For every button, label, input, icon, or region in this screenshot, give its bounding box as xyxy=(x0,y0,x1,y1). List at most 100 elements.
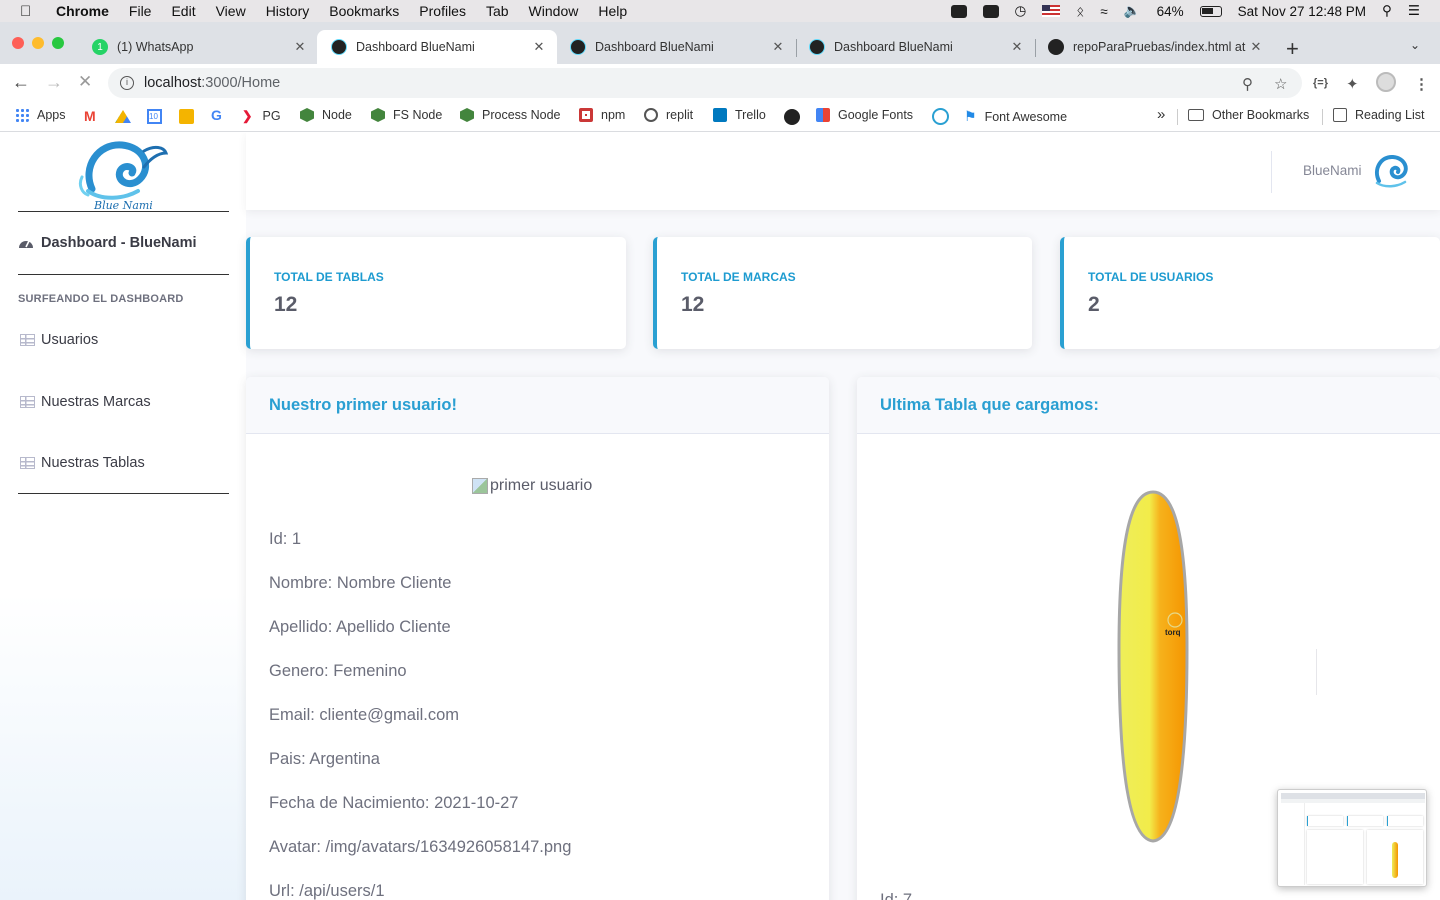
bookmark-font-awesome[interactable]: ⚑ Font Awesome xyxy=(964,108,1067,125)
google-calendar-icon[interactable]: 10 xyxy=(147,109,162,124)
menu-history[interactable]: History xyxy=(266,3,310,19)
thumb-sidebar xyxy=(1281,803,1305,885)
gmail-icon[interactable]: M xyxy=(84,108,96,124)
google-drive-icon[interactable] xyxy=(115,110,131,123)
bookmark-trello[interactable]: Trello xyxy=(713,108,766,122)
stat-label: Total de Usuarios xyxy=(1088,270,1214,284)
macos-menubar:  Chrome File Edit View History Bookmark… xyxy=(0,0,1440,22)
menu-profiles[interactable]: Profiles xyxy=(419,3,466,19)
spotlight-icon[interactable]: ⚲ xyxy=(1382,3,1392,19)
bookmark-process-node[interactable]: Process Node xyxy=(460,108,561,122)
tab-dashboard-2[interactable]: Dashboard BlueNami ✕ xyxy=(556,30,796,64)
control-center-icon[interactable]: ☰ xyxy=(1408,3,1420,19)
menu-window[interactable]: Window xyxy=(529,3,579,19)
bluenami-logo[interactable]: Blue Nami xyxy=(78,137,170,211)
stat-label: Total de Tablas xyxy=(274,270,384,284)
google-icon[interactable]: G xyxy=(211,107,222,123)
new-tab-button[interactable]: + xyxy=(1286,36,1299,62)
battery-percent[interactable]: 64% xyxy=(1157,4,1184,19)
panel-header: Nuestro primer usuario! xyxy=(246,377,829,434)
window-close-button[interactable] xyxy=(12,37,24,49)
sidebar-heading: SURFEANDO EL DASHBOARD xyxy=(18,293,184,305)
sidebar-divider xyxy=(18,493,229,494)
tab-github[interactable]: repoParaPruebas/index.html at ✕ xyxy=(1034,30,1274,64)
window-minimize-button[interactable] xyxy=(32,37,44,49)
site-info-icon[interactable]: i xyxy=(120,76,134,90)
screenshot-preview-thumbnail[interactable] xyxy=(1277,789,1427,887)
react-icon xyxy=(331,39,347,55)
battery-icon[interactable] xyxy=(1199,5,1222,17)
bookmark-label: Trello xyxy=(735,108,766,122)
menu-view[interactable]: View xyxy=(216,3,246,19)
bookmark-star-icon[interactable]: ☆ xyxy=(1274,75,1287,93)
bookmark-fs-node[interactable]: FS Node xyxy=(371,108,442,122)
bookmark-replit[interactable]: replit xyxy=(644,108,693,122)
menu-edit[interactable]: Edit xyxy=(171,3,195,19)
sidebar-item-nuestras-marcas[interactable]: Nuestras Marcas xyxy=(20,394,151,410)
sidebar-item-nuestras-tablas[interactable]: Nuestras Tablas xyxy=(20,455,145,471)
drive-icon[interactable] xyxy=(982,4,999,18)
reading-list-button[interactable]: Reading List xyxy=(1333,108,1425,122)
npm-icon xyxy=(579,108,593,122)
screen-record-icon[interactable] xyxy=(950,4,967,18)
back-arrow-icon[interactable]: ← xyxy=(12,72,30,93)
bluetooth-icon[interactable]: ᛟ xyxy=(1076,4,1084,19)
profile-avatar-icon[interactable] xyxy=(1376,72,1396,92)
zoom-icon[interactable]: ⚲ xyxy=(1242,75,1253,93)
json-viewer-extension-icon[interactable]: {=} xyxy=(1313,77,1328,89)
github-bookmark-icon[interactable] xyxy=(784,109,800,125)
bookmark-npm[interactable]: npm xyxy=(579,108,625,122)
board-field-id: Id: 7 xyxy=(880,891,913,900)
menu-app-chrome[interactable]: Chrome xyxy=(56,3,109,19)
address-bar[interactable]: i localhost:3000/Home xyxy=(108,68,1302,98)
chrome-menu-icon[interactable]: ⋮ xyxy=(1414,75,1429,93)
bookmarks-overflow-chevron[interactable]: » xyxy=(1157,106,1165,123)
topbar-username[interactable]: BlueNami xyxy=(1303,163,1362,178)
google-fonts-icon xyxy=(816,108,830,122)
tab-dashboard-3[interactable]: Dashboard BlueNami ✕ xyxy=(795,30,1035,64)
bookmark-node[interactable]: Node xyxy=(300,108,352,122)
thumb-card xyxy=(1387,816,1423,826)
bookmark-other-bookmarks[interactable]: Other Bookmarks xyxy=(1188,108,1309,122)
replit-icon xyxy=(644,108,658,122)
window-zoom-button[interactable] xyxy=(52,37,64,49)
volume-icon[interactable]: 🔈 xyxy=(1124,3,1141,19)
tab-dashboard-active[interactable]: Dashboard BlueNami ✕ xyxy=(317,30,557,64)
pg-chevron-icon: ❯ xyxy=(242,109,253,123)
tab-search-chevron-icon[interactable]: ⌄ xyxy=(1410,38,1420,52)
sidebar-item-usuarios[interactable]: Usuarios xyxy=(20,332,98,348)
bookmark-label: Apps xyxy=(37,108,66,122)
tab-close-icon[interactable]: ✕ xyxy=(292,39,308,55)
tab-close-icon[interactable]: ✕ xyxy=(1248,39,1264,55)
menubar-clock[interactable]: Sat Nov 27 12:48 PM xyxy=(1238,4,1366,19)
whatsapp-icon: 1 xyxy=(92,39,108,55)
keyboard-flag-icon[interactable] xyxy=(1042,5,1061,17)
extensions-puzzle-icon[interactable]: ✦ xyxy=(1346,75,1359,93)
menu-tab[interactable]: Tab xyxy=(486,3,509,19)
tab-close-icon[interactable]: ✕ xyxy=(1009,39,1025,55)
menu-bookmarks[interactable]: Bookmarks xyxy=(329,3,399,19)
thumb-card xyxy=(1307,816,1343,826)
sidebar-item-label: Nuestras Tablas xyxy=(41,455,145,471)
tab-close-icon[interactable]: ✕ xyxy=(770,39,786,55)
bookmark-google-fonts[interactable]: Google Fonts xyxy=(816,108,913,122)
user-avatar[interactable] xyxy=(1373,153,1411,191)
bluenami-bookmark-icon[interactable] xyxy=(932,108,949,125)
menu-help[interactable]: Help xyxy=(598,3,627,19)
bookmark-pg[interactable]: ❯ PG xyxy=(242,108,281,124)
bookmark-label: PG xyxy=(262,108,281,123)
sidebar-item-dashboard[interactable]: Dashboard - BlueNami xyxy=(18,235,197,251)
stat-value: 2 xyxy=(1088,293,1100,316)
wifi-icon[interactable]: ≈ xyxy=(1100,4,1107,19)
tab-title: (1) WhatsApp xyxy=(117,40,194,54)
forward-arrow-icon[interactable]: → xyxy=(45,72,63,93)
folder-icon xyxy=(1188,109,1204,121)
menu-file[interactable]: File xyxy=(129,3,152,19)
tab-whatsapp[interactable]: 1 (1) WhatsApp ✕ xyxy=(78,30,318,64)
tab-close-icon[interactable]: ✕ xyxy=(531,39,547,55)
apple-icon[interactable]:  xyxy=(20,3,38,20)
stop-loading-icon[interactable]: ✕ xyxy=(78,72,92,92)
bookmark-apps[interactable]: Apps xyxy=(15,108,66,122)
time-machine-icon[interactable]: ◷ xyxy=(1015,3,1027,19)
google-classroom-icon[interactable] xyxy=(179,109,194,124)
